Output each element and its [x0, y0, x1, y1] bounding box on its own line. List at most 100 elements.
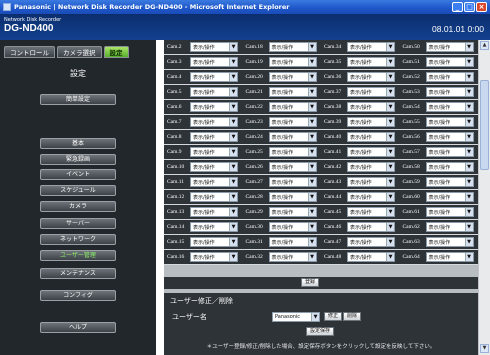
permission-select[interactable]: 表示/操作 ▼ — [268, 42, 317, 52]
permission-select[interactable]: 表示/操作 ▼ — [190, 87, 238, 97]
permission-select[interactable]: 表示/操作 ▼ — [190, 57, 238, 67]
camera-cell: Cam.41 表示/操作 ▼ — [321, 147, 400, 157]
nav-button-user-management[interactable]: ユーザー管理 — [40, 250, 116, 261]
permission-select[interactable]: 表示/操作 ▼ — [268, 162, 317, 172]
permission-select[interactable]: 表示/操作 ▼ — [425, 87, 474, 97]
maximize-button[interactable]: □ — [464, 2, 475, 12]
permission-select[interactable]: 表示/操作 ▼ — [347, 207, 395, 217]
camera-cell: Cam.7 表示/操作 ▼ — [164, 117, 243, 127]
permission-select[interactable]: 表示/操作 ▼ — [347, 132, 395, 142]
user-select[interactable]: Panasonic ▼ — [272, 312, 320, 322]
permission-select[interactable]: 表示/操作 ▼ — [347, 147, 395, 157]
permission-select[interactable]: 表示/操作 ▼ — [268, 72, 317, 82]
camera-cell: Cam.21 表示/操作 ▼ — [243, 87, 322, 97]
table-row: Cam.3 表示/操作 ▼ Cam.19 表示/操作 ▼ Cam.35 表示/操作 ▼ Cam.5… — [164, 55, 478, 70]
delete-button[interactable]: 削除 — [343, 312, 362, 321]
permission-select[interactable]: 表示/操作 ▼ — [268, 222, 317, 232]
permission-select[interactable]: 表示/操作 ▼ — [268, 147, 317, 157]
nav-button-camera[interactable]: カメラ — [40, 201, 116, 212]
permission-select[interactable]: 表示/操作 ▼ — [268, 117, 317, 127]
permission-select[interactable]: 表示/操作 ▼ — [425, 132, 474, 142]
permission-select[interactable]: 表示/操作 ▼ — [347, 177, 395, 187]
permission-select[interactable]: 表示/操作 ▼ — [347, 72, 395, 82]
permission-select[interactable]: 表示/操作 ▼ — [268, 102, 317, 112]
permission-select[interactable]: 表示/操作 ▼ — [425, 117, 474, 127]
permission-select[interactable]: 表示/操作 ▼ — [425, 177, 474, 187]
permission-value: 表示/操作 — [350, 134, 372, 141]
permission-select[interactable]: 表示/操作 ▼ — [425, 42, 474, 52]
permission-value: 表示/操作 — [271, 134, 294, 141]
scroll-thumb[interactable] — [480, 80, 489, 170]
permission-select[interactable]: 表示/操作 ▼ — [190, 237, 238, 247]
permission-select[interactable]: 表示/操作 ▼ — [190, 102, 238, 112]
permission-select[interactable]: 表示/操作 ▼ — [190, 147, 238, 157]
permission-select[interactable]: 表示/操作 ▼ — [268, 132, 317, 142]
permission-select[interactable]: 表示/操作 ▼ — [347, 87, 395, 97]
permission-select[interactable]: 表示/操作 ▼ — [425, 222, 474, 232]
permission-select[interactable]: 表示/操作 ▼ — [190, 252, 238, 262]
permission-select[interactable]: 表示/操作 ▼ — [268, 192, 317, 202]
permission-select[interactable]: 表示/操作 ▼ — [268, 177, 317, 187]
scroll-down-icon[interactable]: ▼ — [480, 344, 489, 353]
permission-select[interactable]: 表示/操作 ▼ — [268, 252, 317, 262]
tab-camera-select[interactable]: カメラ選択 — [57, 46, 102, 58]
permission-select[interactable]: 表示/操作 ▼ — [347, 192, 395, 202]
nav-button-maintenance[interactable]: メンテナンス — [40, 268, 116, 279]
permission-select[interactable]: 表示/操作 ▼ — [190, 162, 238, 172]
permission-select[interactable]: 表示/操作 ▼ — [347, 252, 395, 262]
permission-select[interactable]: 表示/操作 ▼ — [425, 207, 474, 217]
main-content: Cam.2 表示/操作 ▼ Cam.18 表示/操作 ▼ Cam.34 表示/操作 ▼ Cam.5… — [164, 40, 478, 355]
scroll-up-icon[interactable]: ▲ — [480, 41, 489, 50]
scrollbar[interactable]: ▲ ▼ — [478, 40, 490, 355]
permission-select[interactable]: 表示/操作 ▼ — [347, 222, 395, 232]
camera-label: Cam.54 — [402, 104, 420, 110]
chevron-down-icon: ▼ — [307, 133, 316, 141]
nav-button-help[interactable]: ヘルプ — [40, 322, 116, 333]
nav-button-config[interactable]: コンフィグ — [40, 290, 116, 301]
permission-select[interactable]: 表示/操作 ▼ — [190, 117, 238, 127]
permission-select[interactable]: 表示/操作 ▼ — [425, 162, 474, 172]
permission-select[interactable]: 表示/操作 ▼ — [347, 102, 395, 112]
register-button[interactable]: 登録 — [301, 278, 320, 287]
nav-button-schedule[interactable]: スケジュール — [40, 185, 116, 196]
permission-select[interactable]: 表示/操作 ▼ — [425, 192, 474, 202]
permission-select[interactable]: 表示/操作 ▼ — [268, 237, 317, 247]
tab-settings[interactable]: 設定 — [103, 46, 129, 58]
camera-cell: Cam.50 表示/操作 ▼ — [400, 42, 479, 52]
permission-select[interactable]: 表示/操作 ▼ — [190, 177, 238, 187]
permission-select[interactable]: 表示/操作 ▼ — [425, 57, 474, 67]
permission-select[interactable]: 表示/操作 ▼ — [425, 147, 474, 157]
nav-button-easy-setup[interactable]: 簡単設定 — [40, 94, 116, 105]
permission-select[interactable]: 表示/操作 ▼ — [190, 132, 238, 142]
permission-select[interactable]: 表示/操作 ▼ — [268, 57, 317, 67]
nav-button-server[interactable]: サーバー — [40, 218, 116, 229]
edit-button[interactable]: 修正 — [324, 312, 343, 321]
permission-select[interactable]: 表示/操作 ▼ — [425, 252, 474, 262]
camera-cell: Cam.29 表示/操作 ▼ — [243, 207, 322, 217]
permission-select[interactable]: 表示/操作 ▼ — [425, 237, 474, 247]
nav-button-network[interactable]: ネットワーク — [40, 234, 116, 245]
permission-select[interactable]: 表示/操作 ▼ — [347, 237, 395, 247]
permission-select[interactable]: 表示/操作 ▼ — [347, 42, 395, 52]
permission-select[interactable]: 表示/操作 ▼ — [268, 87, 317, 97]
permission-select[interactable]: 表示/操作 ▼ — [190, 72, 238, 82]
permission-select[interactable]: 表示/操作 ▼ — [190, 42, 238, 52]
minimize-button[interactable]: _ — [452, 2, 463, 12]
permission-select[interactable]: 表示/操作 ▼ — [190, 222, 238, 232]
tab-control[interactable]: コントロール — [4, 46, 55, 58]
nav-button-emergency-recording[interactable]: 緊急録画 — [40, 154, 116, 165]
permission-select[interactable]: 表示/操作 ▼ — [190, 192, 238, 202]
permission-select[interactable]: 表示/操作 ▼ — [425, 102, 474, 112]
permission-select[interactable]: 表示/操作 ▼ — [347, 57, 395, 67]
permission-select[interactable]: 表示/操作 ▼ — [425, 72, 474, 82]
permission-select[interactable]: 表示/操作 ▼ — [347, 162, 395, 172]
save-settings-button[interactable]: 設定保存 — [306, 327, 335, 336]
camera-label: Cam.28 — [245, 194, 263, 200]
permission-select[interactable]: 表示/操作 ▼ — [268, 207, 317, 217]
camera-cell: Cam.51 表示/操作 ▼ — [400, 57, 479, 67]
close-button[interactable]: × — [476, 2, 487, 12]
nav-button-event[interactable]: イベント — [40, 169, 116, 180]
nav-button-basic[interactable]: 基本 — [40, 138, 116, 149]
permission-select[interactable]: 表示/操作 ▼ — [190, 207, 238, 217]
permission-select[interactable]: 表示/操作 ▼ — [347, 117, 395, 127]
